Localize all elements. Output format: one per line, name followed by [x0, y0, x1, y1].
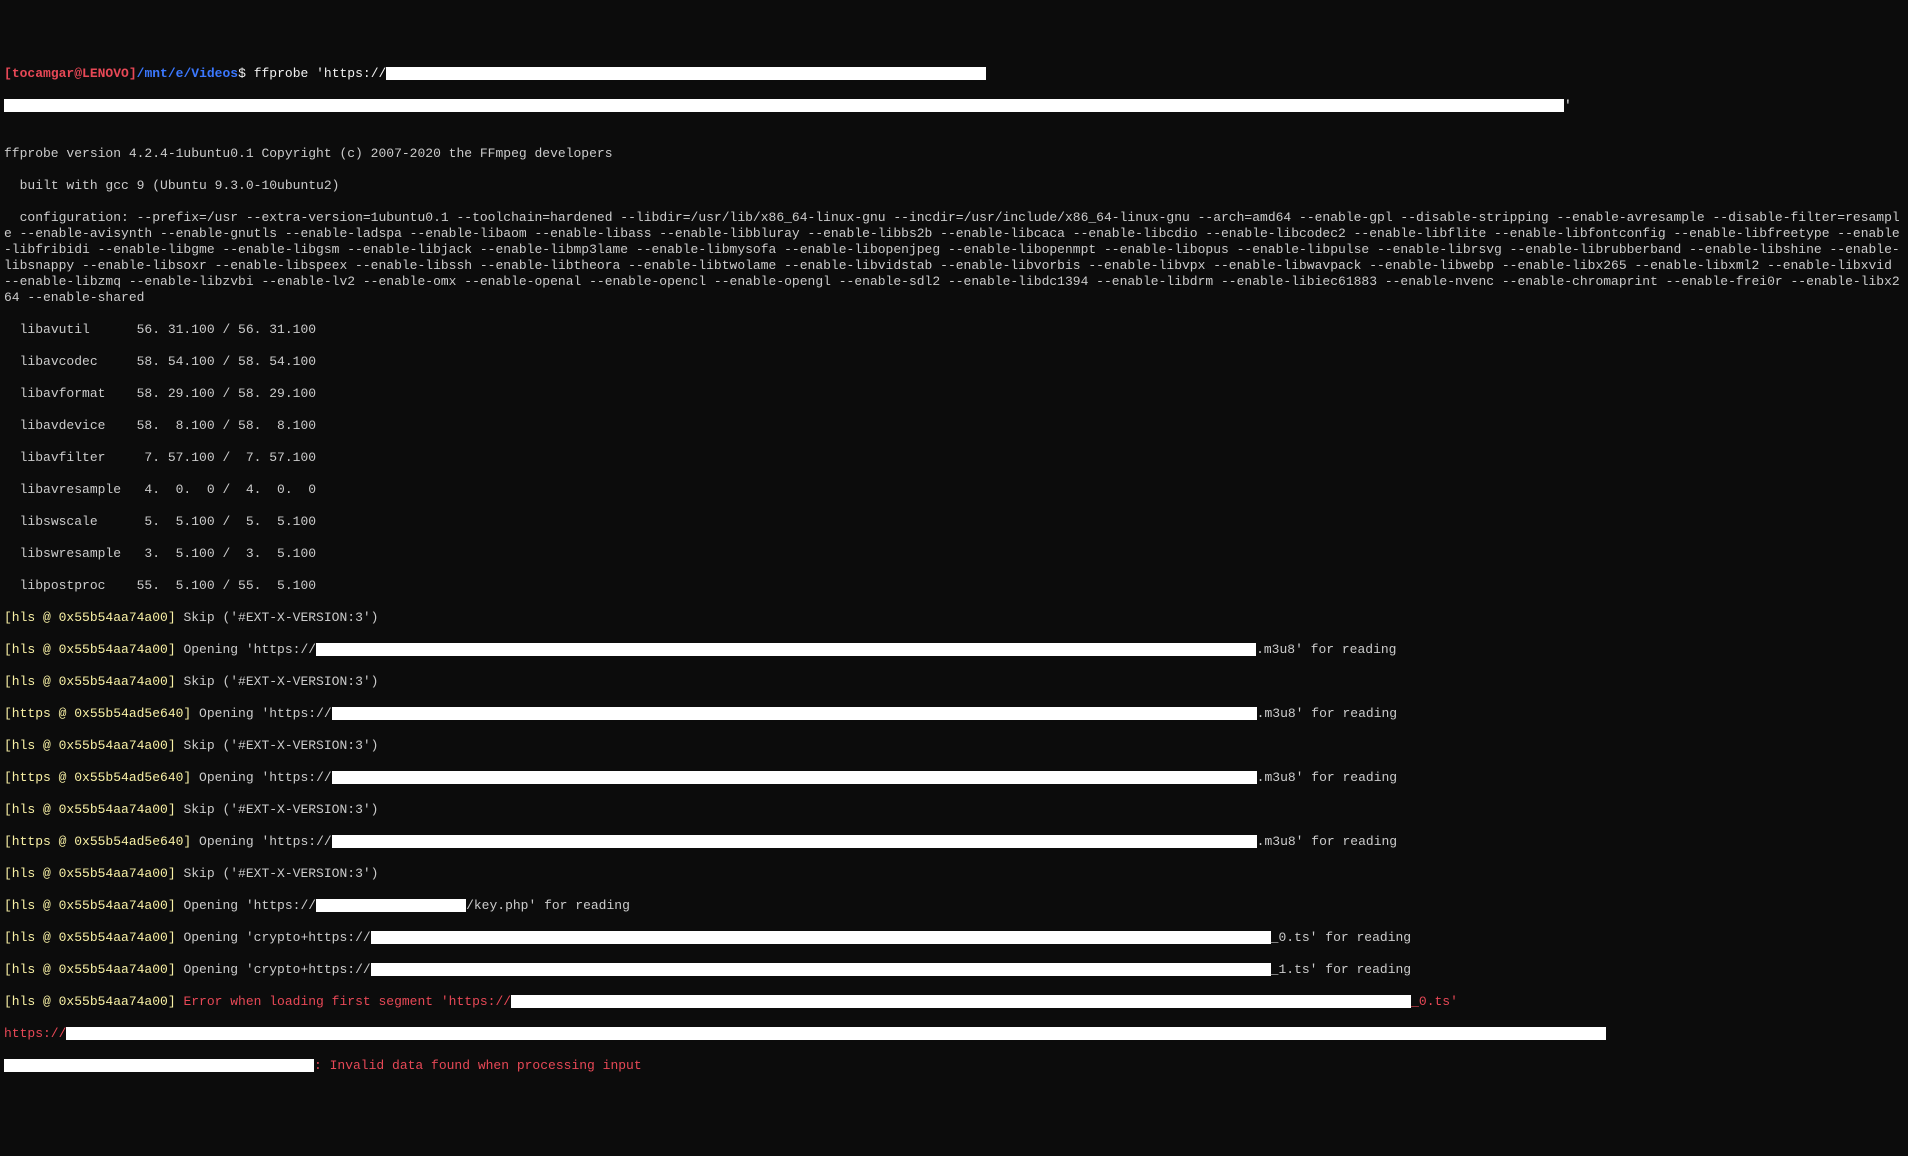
hls-tag: [hls @ 0x55b54aa74a00] [4, 866, 183, 881]
https-tag: [https @ 0x55b54ad5e640] [4, 706, 199, 721]
prompt-line[interactable]: [tocamgar@LENOVO]/mnt/e/Videos$ ffprobe … [4, 66, 1904, 82]
redacted-url [66, 1027, 1606, 1040]
command-text: ffprobe 'https:// [254, 66, 387, 81]
lib-line: libavformat 58. 29.100 / 58. 29.100 [4, 386, 1904, 402]
invalid-data-msg: : Invalid data found when processing inp… [314, 1058, 642, 1073]
suffix: .m3u8' for reading [1256, 642, 1396, 657]
hls-tag: [hls @ 0x55b54aa74a00] [4, 674, 183, 689]
suffix: _0.ts' for reading [1271, 930, 1411, 945]
suffix: .m3u8' for reading [1257, 770, 1397, 785]
redacted-url [332, 707, 1257, 720]
error-suffix: _0.ts' [1411, 994, 1458, 1009]
user-host: tocamgar@LENOVO [12, 66, 129, 81]
msg: Skip ('#EXT-X-VERSION:3') [183, 610, 378, 625]
msg: Opening 'https:// [183, 898, 316, 913]
lib-line: libavdevice 58. 8.100 / 58. 8.100 [4, 418, 1904, 434]
lib-line: libavutil 56. 31.100 / 56. 31.100 [4, 322, 1904, 338]
redacted-url [371, 931, 1271, 944]
final-error-line: https:// [4, 1026, 1904, 1042]
hls-line: [hls @ 0x55b54aa74a00] Skip ('#EXT-X-VER… [4, 674, 1904, 690]
redacted-url [511, 995, 1411, 1008]
suffix: .m3u8' for reading [1257, 834, 1397, 849]
lib-line: libswresample 3. 5.100 / 3. 5.100 [4, 546, 1904, 562]
hls-tag: [hls @ 0x55b54aa74a00] [4, 738, 183, 753]
redacted-url [332, 771, 1257, 784]
https-tag: [https @ 0x55b54ad5e640] [4, 770, 199, 785]
hls-line: [hls @ 0x55b54aa74a00] Opening 'crypto+h… [4, 962, 1904, 978]
hls-error-line: [hls @ 0x55b54aa74a00] Error when loadin… [4, 994, 1904, 1010]
redacted-url [316, 643, 1256, 656]
bracket: ] [129, 66, 137, 81]
suffix: /key.php' for reading [466, 898, 630, 913]
redacted-url [386, 67, 986, 80]
msg: Opening 'crypto+https:// [183, 962, 370, 977]
msg: Opening 'https:// [199, 770, 332, 785]
lib-line: libavfilter 7. 57.100 / 7. 57.100 [4, 450, 1904, 466]
https-tag: [https @ 0x55b54ad5e640] [4, 834, 199, 849]
msg: Skip ('#EXT-X-VERSION:3') [183, 674, 378, 689]
msg: Skip ('#EXT-X-VERSION:3') [183, 866, 378, 881]
cwd: /mnt/e/Videos [137, 66, 238, 81]
lib-line: libavresample 4. 0. 0 / 4. 0. 0 [4, 482, 1904, 498]
hls-tag: [hls @ 0x55b54aa74a00] [4, 994, 183, 1009]
redacted-url [4, 1059, 314, 1072]
lib-line: libavcodec 58. 54.100 / 58. 54.100 [4, 354, 1904, 370]
hls-line: [hls @ 0x55b54aa74a00] Opening 'https://… [4, 642, 1904, 658]
cmd-end: ' [1564, 98, 1572, 113]
hls-line: [hls @ 0x55b54aa74a00] Opening 'https://… [4, 898, 1904, 914]
suffix: .m3u8' for reading [1257, 706, 1397, 721]
https-line: [https @ 0x55b54ad5e640] Opening 'https:… [4, 706, 1904, 722]
msg: Opening 'https:// [183, 642, 316, 657]
lib-line: libpostproc 55. 5.100 / 55. 5.100 [4, 578, 1904, 594]
bracket: [ [4, 66, 12, 81]
redacted-url [332, 835, 1257, 848]
hls-line: [hls @ 0x55b54aa74a00] Skip ('#EXT-X-VER… [4, 866, 1904, 882]
hls-tag: [hls @ 0x55b54aa74a00] [4, 802, 183, 817]
final-error-line2: : Invalid data found when processing inp… [4, 1058, 1904, 1074]
redacted-url [316, 899, 466, 912]
msg: Opening 'crypto+https:// [183, 930, 370, 945]
hls-tag: [hls @ 0x55b54aa74a00] [4, 610, 183, 625]
hls-tag: [hls @ 0x55b54aa74a00] [4, 642, 183, 657]
hls-line: [hls @ 0x55b54aa74a00] Skip ('#EXT-X-VER… [4, 802, 1904, 818]
built-line: built with gcc 9 (Ubuntu 9.3.0-10ubuntu2… [4, 178, 1904, 194]
msg: Opening 'https:// [199, 706, 332, 721]
https-line: [https @ 0x55b54ad5e640] Opening 'https:… [4, 834, 1904, 850]
final-https: https:// [4, 1026, 66, 1041]
hls-line: [hls @ 0x55b54aa74a00] Skip ('#EXT-X-VER… [4, 610, 1904, 626]
dollar: $ [238, 66, 254, 81]
hls-tag: [hls @ 0x55b54aa74a00] [4, 898, 183, 913]
lib-line: libswscale 5. 5.100 / 5. 5.100 [4, 514, 1904, 530]
hls-line: [hls @ 0x55b54aa74a00] Skip ('#EXT-X-VER… [4, 738, 1904, 754]
config-line: configuration: --prefix=/usr --extra-ver… [4, 210, 1904, 306]
error-msg: Error when loading first segment 'https:… [183, 994, 511, 1009]
version-line: ffprobe version 4.2.4-1ubuntu0.1 Copyrig… [4, 146, 1904, 162]
msg: Skip ('#EXT-X-VERSION:3') [183, 802, 378, 817]
hls-line: [hls @ 0x55b54aa74a00] Opening 'crypto+h… [4, 930, 1904, 946]
msg: Opening 'https:// [199, 834, 332, 849]
suffix: _1.ts' for reading [1271, 962, 1411, 977]
hls-tag: [hls @ 0x55b54aa74a00] [4, 962, 183, 977]
redacted-url [371, 963, 1271, 976]
msg: Skip ('#EXT-X-VERSION:3') [183, 738, 378, 753]
redacted-line: ' [4, 98, 1904, 114]
hls-tag: [hls @ 0x55b54aa74a00] [4, 930, 183, 945]
https-line: [https @ 0x55b54ad5e640] Opening 'https:… [4, 770, 1904, 786]
